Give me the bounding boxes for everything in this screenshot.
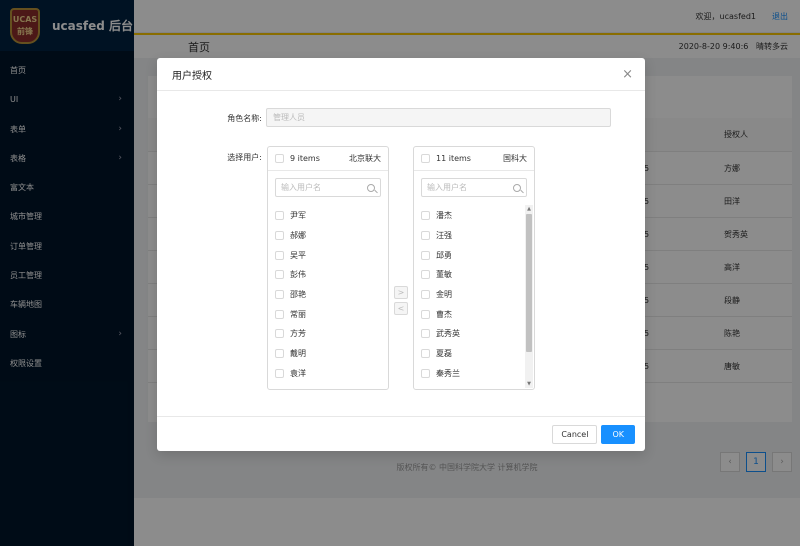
list-item[interactable]: 吴平 — [268, 245, 388, 265]
search-icon — [513, 183, 521, 192]
target-scrollbar[interactable]: ▲ ▼ — [525, 205, 533, 388]
user-auth-modal: 用户授权 × 角色名称: 管理人员 选择用户: 9 items 北京联大 输入用… — [157, 58, 645, 451]
list-item[interactable]: 金明 — [414, 285, 534, 305]
item-label: 方芳 — [290, 329, 306, 339]
list-item[interactable]: 郝娜 — [268, 226, 388, 246]
list-item[interactable]: 夏静 — [414, 383, 534, 390]
item-label: 武秀英 — [436, 329, 460, 339]
item-checkbox[interactable] — [421, 250, 430, 260]
item-label: 戴明 — [290, 349, 306, 359]
item-checkbox[interactable] — [275, 211, 284, 221]
target-search-placeholder: 输入用户名 — [427, 183, 467, 192]
transfer-list-source: 9 items 北京联大 输入用户名 尹军郝娜吴平彭伟邵艳常丽方芳戴明袁洋 — [267, 146, 389, 390]
modal-footer: Cancel OK — [157, 416, 645, 451]
target-title: 国科大 — [503, 154, 527, 163]
close-icon[interactable]: × — [622, 68, 633, 81]
source-items: 尹军郝娜吴平彭伟邵艳常丽方芳戴明袁洋 — [268, 204, 388, 383]
item-checkbox[interactable] — [275, 290, 284, 300]
target-count: 11 items — [436, 154, 471, 163]
source-search-placeholder: 输入用户名 — [281, 183, 321, 192]
item-checkbox[interactable] — [275, 309, 284, 319]
item-checkbox[interactable] — [275, 270, 284, 280]
item-label: 郝娜 — [290, 231, 306, 241]
item-checkbox[interactable] — [421, 368, 430, 378]
source-search-input[interactable]: 输入用户名 — [275, 178, 381, 197]
role-name-label: 角色名称: — [227, 114, 262, 123]
list-item[interactable]: 戴明 — [268, 344, 388, 364]
list-item[interactable]: 董敏 — [414, 265, 534, 285]
item-checkbox[interactable] — [275, 329, 284, 339]
list-item[interactable]: 秦秀兰 — [414, 364, 534, 384]
modal-body: 角色名称: 管理人员 选择用户: 9 items 北京联大 输入用户名 尹军郝娜… — [157, 91, 645, 416]
list-item[interactable]: 邵艳 — [268, 285, 388, 305]
list-item[interactable]: 曹杰 — [414, 304, 534, 324]
source-title: 北京联大 — [349, 154, 381, 163]
item-label: 曹杰 — [436, 309, 452, 319]
item-label: 夏磊 — [436, 349, 452, 359]
item-checkbox[interactable] — [275, 368, 284, 378]
item-label: 彭伟 — [290, 270, 306, 280]
scroll-down-icon[interactable]: ▼ — [525, 380, 533, 388]
item-label: 潘杰 — [436, 211, 452, 221]
transfer-operations: > < — [394, 286, 408, 315]
role-name-input[interactable]: 管理人员 — [266, 108, 611, 127]
target-search-input[interactable]: 输入用户名 — [421, 178, 527, 197]
select-all-source-checkbox[interactable] — [275, 154, 284, 163]
target-items: 潘杰汪强邱勇董敏金明曹杰武秀英夏磊秦秀兰夏静 — [414, 204, 534, 390]
scroll-thumb[interactable] — [526, 214, 532, 352]
list-item[interactable]: 尹军 — [268, 206, 388, 226]
select-user-label: 选择用户: — [227, 153, 262, 162]
move-right-button[interactable]: > — [394, 286, 408, 299]
scroll-up-icon[interactable]: ▲ — [525, 205, 533, 213]
item-checkbox[interactable] — [421, 231, 430, 241]
item-label: 金明 — [436, 290, 452, 300]
item-checkbox[interactable] — [421, 211, 430, 221]
select-all-target-checkbox[interactable] — [421, 154, 430, 163]
item-checkbox[interactable] — [275, 231, 284, 241]
item-checkbox[interactable] — [421, 349, 430, 359]
list-item[interactable]: 潘杰 — [414, 206, 534, 226]
item-checkbox[interactable] — [421, 329, 430, 339]
ok-button[interactable]: OK — [601, 424, 635, 444]
item-label: 袁洋 — [290, 368, 306, 378]
item-label: 吴平 — [290, 250, 306, 260]
item-label: 秦秀兰 — [436, 368, 460, 378]
item-label: 常丽 — [290, 309, 306, 319]
search-icon — [367, 183, 375, 192]
item-checkbox[interactable] — [421, 290, 430, 300]
source-count: 9 items — [290, 154, 320, 163]
list-item[interactable]: 彭伟 — [268, 265, 388, 285]
item-label: 邱勇 — [436, 250, 452, 260]
item-label: 夏静 — [436, 388, 452, 390]
item-checkbox[interactable] — [421, 388, 430, 389]
item-label: 尹军 — [290, 211, 306, 221]
list-item[interactable]: 汪强 — [414, 226, 534, 246]
transfer-source-header: 9 items 北京联大 — [268, 147, 388, 171]
list-item[interactable]: 邱勇 — [414, 245, 534, 265]
item-checkbox[interactable] — [421, 270, 430, 280]
item-label: 邵艳 — [290, 290, 306, 300]
item-checkbox[interactable] — [421, 309, 430, 319]
modal-title: 用户授权 — [172, 70, 212, 82]
list-item[interactable]: 夏磊 — [414, 344, 534, 364]
list-item[interactable]: 武秀英 — [414, 324, 534, 344]
transfer-list-target: 11 items 国科大 输入用户名 潘杰汪强邱勇董敏金明曹杰武秀英夏磊秦秀兰夏… — [413, 146, 535, 390]
item-checkbox[interactable] — [275, 250, 284, 260]
modal-header: 用户授权 × — [157, 58, 645, 91]
item-label: 汪强 — [436, 231, 452, 241]
list-item[interactable]: 方芳 — [268, 324, 388, 344]
item-label: 董敏 — [436, 270, 452, 280]
item-checkbox[interactable] — [275, 349, 284, 359]
move-left-button[interactable]: < — [394, 302, 408, 315]
list-item[interactable]: 常丽 — [268, 304, 388, 324]
transfer-target-header: 11 items 国科大 — [414, 147, 534, 171]
cancel-button[interactable]: Cancel — [552, 424, 598, 444]
list-item[interactable]: 袁洋 — [268, 364, 388, 384]
